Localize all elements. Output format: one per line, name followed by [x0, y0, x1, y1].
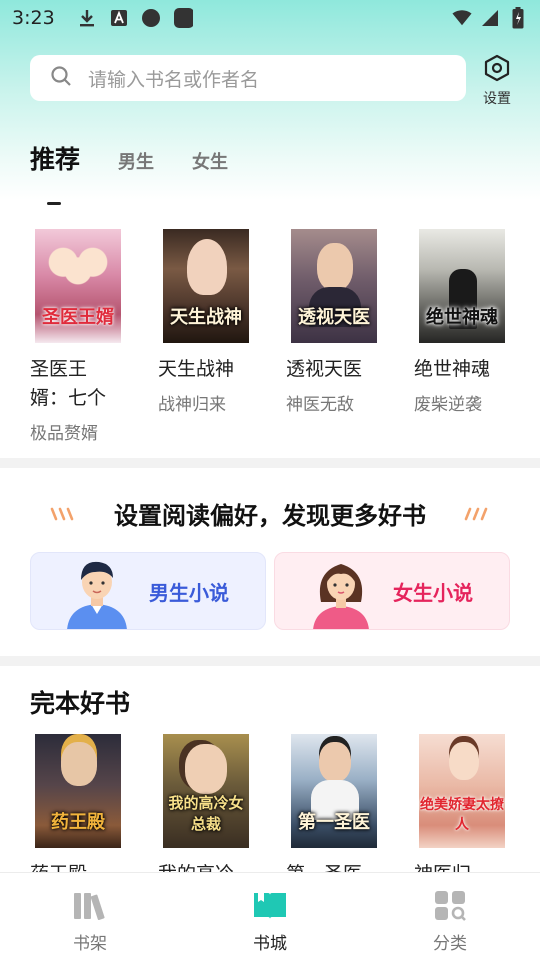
book-cover-text: 透视天医 — [298, 307, 370, 328]
book-cover: 天生战神 — [163, 229, 249, 343]
font-app-icon — [109, 8, 129, 28]
male-avatar-icon — [65, 553, 129, 629]
book-subtitle: 战神归来 — [158, 395, 226, 415]
male-novel-label: 男生小说 — [149, 580, 229, 605]
nav-bookstore-label: 书城 — [253, 934, 287, 954]
book-card[interactable]: 药王殿 药王殿 — [30, 734, 158, 889]
battery-icon — [508, 7, 528, 29]
book-cover-text: 我的高冷女总裁 — [168, 794, 244, 833]
search-input[interactable]: 请输入书名或作者名 — [30, 55, 466, 101]
book-card[interactable]: 绝世神魂 绝世神魂 废柴逆袭 — [414, 229, 540, 444]
book-cover: 圣医王婿 — [35, 229, 121, 343]
female-novel-button[interactable]: 女生小说 — [274, 552, 510, 630]
tab-male[interactable]: 男生 — [118, 148, 154, 174]
book-card[interactable]: 圣医王婿 圣医王婿：七个 极品赘婿 — [30, 229, 158, 444]
book-cover-text: 第一圣医 — [298, 812, 370, 833]
book-title: 透视天医 — [286, 358, 363, 380]
tab-female[interactable]: 女生 — [192, 148, 228, 174]
section-divider — [0, 656, 540, 666]
book-cover: 透视天医 — [291, 229, 377, 343]
nav-bookstore[interactable]: 书城 — [180, 873, 360, 960]
circle-notification-icon — [141, 8, 161, 28]
female-novel-label: 女生小说 — [393, 580, 473, 605]
book-title: 绝世神魂 — [414, 358, 491, 380]
wifi-icon — [452, 8, 472, 28]
status-bar: 3:23 — [0, 0, 540, 36]
female-avatar-icon — [309, 553, 373, 629]
book-cover-text: 药王殿 — [51, 812, 105, 833]
category-tabs: 推荐 男生 女生 — [30, 140, 266, 180]
preference-title: 设置阅读偏好，发现更多好书 — [114, 502, 426, 530]
bottom-navigation: 书架 书城 分类 — [0, 872, 540, 960]
book-cover: 绝美娇妻太撩人 — [419, 734, 505, 848]
settings-icon — [483, 54, 511, 86]
book-card[interactable]: 我的高冷女总裁 我的高冷 — [158, 734, 286, 889]
nav-bookshelf-label: 书架 — [73, 934, 107, 954]
download-icon — [77, 8, 97, 28]
square-notification-icon — [173, 8, 193, 28]
book-subtitle: 废柴逆袭 — [414, 395, 482, 415]
book-cover-text: 绝世神魂 — [426, 307, 498, 328]
search-icon — [50, 65, 72, 91]
category-icon — [434, 891, 466, 925]
tab-recommend[interactable]: 推荐 — [30, 140, 80, 176]
bookstore-icon — [253, 891, 287, 925]
settings-label: 设置 — [483, 91, 511, 107]
complete-books-title: 完本好书 — [30, 689, 131, 718]
book-cover: 药王殿 — [35, 734, 121, 848]
bookshelf-icon — [73, 891, 107, 925]
decoration-right — [464, 507, 490, 521]
section-divider — [0, 458, 540, 468]
status-time: 3:23 — [12, 7, 55, 29]
book-subtitle: 神医无敌 — [286, 395, 354, 415]
book-subtitle: 极品赘婿 — [30, 424, 98, 444]
nav-category-label: 分类 — [433, 934, 467, 954]
nav-bookshelf[interactable]: 书架 — [0, 873, 180, 960]
settings-button[interactable]: 设置 — [476, 54, 518, 107]
search-placeholder: 请输入书名或作者名 — [88, 68, 260, 91]
book-title: 天生战神 — [158, 358, 235, 380]
complete-book-row: 药王殿 药王殿 我的高冷女总裁 我的高冷 第一圣医 第一圣医 绝美娇妻太撩人 神… — [30, 734, 520, 889]
book-cover: 第一圣医 — [291, 734, 377, 848]
male-novel-button[interactable]: 男生小说 — [30, 552, 266, 630]
book-cover: 我的高冷女总裁 — [163, 734, 249, 848]
book-cover-text: 绝美娇妻太撩人 — [420, 797, 504, 833]
book-title: 圣医王婿：七个 — [30, 358, 107, 409]
nav-category[interactable]: 分类 — [360, 873, 540, 960]
tab-indicator — [47, 202, 61, 205]
book-cover-text: 天生战神 — [170, 307, 242, 328]
signal-icon — [480, 8, 500, 28]
book-card[interactable]: 天生战神 天生战神 战神归来 — [158, 229, 286, 444]
book-card[interactable]: 透视天医 透视天医 神医无敌 — [286, 229, 414, 444]
book-cover: 绝世神魂 — [419, 229, 505, 343]
recommend-book-row: 圣医王婿 圣医王婿：七个 极品赘婿 天生战神 天生战神 战神归来 透视天医 透视… — [30, 229, 520, 444]
book-card[interactable]: 绝美娇妻太撩人 神医归 — [414, 734, 540, 889]
book-card[interactable]: 第一圣医 第一圣医 — [286, 734, 414, 889]
book-cover-text: 圣医王婿 — [42, 307, 114, 328]
